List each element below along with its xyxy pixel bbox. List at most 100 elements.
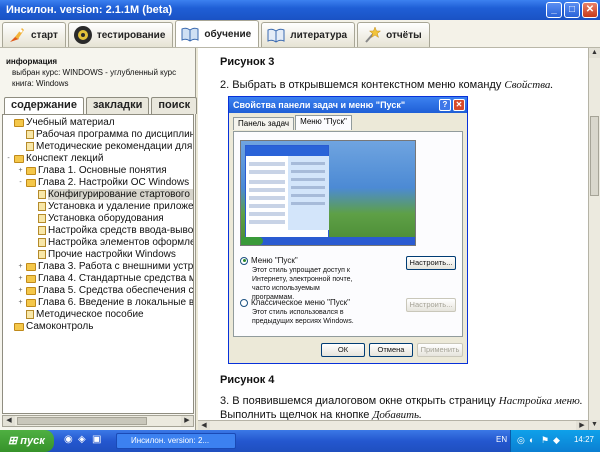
dialog-panel: Меню "Пуск" Этот стиль упрощает доступ к… — [233, 131, 463, 337]
tray-security-icon[interactable]: ⚑ — [541, 435, 549, 446]
figure3-title: Рисунок 3 — [220, 56, 275, 68]
figure4-caption-button: Добавить. — [372, 409, 422, 420]
tree-item[interactable]: - Глава 2. Настройки ОС Windows — [17, 177, 189, 188]
scroll-up-arrow[interactable]: ▲ — [589, 48, 600, 58]
tree-item[interactable]: Конфигурирование стартового мен — [29, 189, 193, 200]
document-icon — [26, 142, 34, 151]
tree-item[interactable]: - Конспект лекций — [5, 153, 103, 164]
tree-item[interactable]: + Глава 1. Основные понятия — [17, 165, 167, 176]
tree-item[interactable]: Самоконтроль — [5, 321, 93, 332]
tree-item[interactable]: Настройка элементов оформления — [29, 237, 193, 248]
window-controls: _ □ ✕ — [546, 2, 598, 18]
document-icon — [38, 214, 46, 223]
scroll-thumb[interactable] — [17, 417, 147, 425]
dialog-tab-taskbar[interactable]: Панель задач — [233, 117, 295, 130]
tree-item[interactable]: Установка оборудования — [29, 213, 164, 224]
tab-contents[interactable]: содержание — [4, 97, 84, 114]
tab-bookmarks[interactable]: закладки — [85, 97, 150, 114]
folder-icon — [26, 166, 36, 175]
dialog-close-button[interactable]: ✕ — [453, 99, 465, 111]
tray-network-icon[interactable]: ◎ — [517, 435, 525, 446]
tree-item-label: Настройка средств ввода-вывода д — [48, 225, 194, 236]
ok-button[interactable]: ОК — [321, 343, 365, 357]
tree-expander-icon[interactable]: + — [17, 261, 24, 272]
scroll-left-arrow[interactable]: ◀ — [3, 416, 15, 426]
scroll-right-arrow[interactable]: ▶ — [181, 416, 193, 426]
language-indicator[interactable]: EN — [496, 435, 507, 444]
info-heading: информация — [6, 57, 58, 66]
tray-update-icon[interactable]: ◆ — [553, 435, 560, 446]
radio-classic-menu-circle[interactable] — [240, 298, 248, 307]
content-scroll-thumb[interactable] — [590, 116, 599, 196]
info-book: книга: Windows — [12, 79, 69, 88]
tree-horizontal-scrollbar[interactable]: ◀ ▶ — [2, 415, 194, 427]
tray-volume-icon[interactable]: ◐ — [529, 435, 534, 445]
classic-menu-description: Этот стиль использовался в предыдущих ве… — [252, 309, 354, 325]
quicklaunch-media-icon[interactable]: ◈ — [78, 434, 86, 445]
quicklaunch-desktop-icon[interactable]: ▣ — [92, 434, 101, 445]
tree-item[interactable]: Установка и удаление приложений — [29, 201, 193, 212]
tree-item[interactable]: + Глава 4. Стандартные средства муль — [17, 273, 193, 284]
tree-item[interactable]: Прочие настройки Windows — [29, 249, 176, 260]
customize-start-menu-button[interactable]: Настроить... — [406, 256, 456, 270]
dialog-tab-start-menu[interactable]: Меню "Пуск" — [295, 115, 352, 130]
content-vertical-scrollbar[interactable]: ▲ ▼ — [588, 48, 600, 430]
tree-item[interactable]: + Глава 5. Средства обеспечения совме — [17, 285, 193, 296]
taskbar-item-insilon[interactable]: Инсилон. version: 2... — [116, 433, 236, 449]
tree-item[interactable]: Настройка средств ввода-вывода д — [29, 225, 194, 236]
tab-start[interactable]: старт — [2, 22, 66, 47]
customize-classic-menu-button[interactable]: Настроить... — [406, 298, 456, 312]
close-button[interactable]: ✕ — [582, 2, 598, 18]
content-scroll-right-arrow[interactable]: ▶ — [576, 421, 588, 430]
star-icon — [365, 26, 382, 43]
tab-search[interactable]: поиск — [151, 97, 198, 114]
tree-item-label: Глава 2. Настройки ОС Windows — [38, 177, 190, 188]
radio-start-menu-circle[interactable] — [240, 256, 248, 265]
folder-icon — [26, 298, 36, 307]
content-scroll-left-arrow[interactable]: ◀ — [198, 421, 210, 430]
tree-item-label: Настройка элементов оформления — [48, 237, 193, 248]
start-button[interactable]: ⊞ пуск — [0, 430, 54, 452]
tab-reports[interactable]: отчёты — [357, 22, 430, 47]
maximize-button[interactable]: □ — [564, 2, 580, 18]
tree-item[interactable]: Методическое пособие — [17, 309, 144, 320]
figure3-caption: 2. Выбрать в открывшемся контекстном мен… — [220, 78, 580, 92]
tree-item[interactable]: + Глава 6. Введение в локальные вычис — [17, 297, 194, 308]
tab-reports-label: отчёты — [386, 29, 422, 41]
window-title: Инсилон. version: 2.1.1M (beta) — [6, 4, 173, 16]
tree-expander-icon[interactable]: - — [17, 177, 24, 188]
book-icon — [181, 27, 199, 42]
tree-item[interactable]: Учебный материал — [5, 117, 115, 128]
cancel-button[interactable]: Отмена — [369, 343, 413, 357]
tab-literature[interactable]: литература — [261, 22, 356, 47]
tree-expander-icon[interactable]: + — [17, 297, 24, 308]
minimize-button[interactable]: _ — [546, 2, 562, 18]
tree-expander-icon[interactable]: + — [17, 285, 24, 296]
tree-item-label: Глава 1. Основные понятия — [38, 165, 167, 176]
tree-item[interactable]: Методические рекомендации для учащег — [17, 141, 193, 152]
tree-item[interactable]: Рабочая программа по дисциплине — [17, 129, 194, 140]
tab-start-label: старт — [31, 29, 58, 41]
tree-item[interactable]: + Глава 3. Работа с внешними устройст — [17, 261, 193, 272]
radio-classic-menu[interactable]: Классическое меню "Пуск" — [240, 298, 350, 307]
tree-expander-icon[interactable]: - — [5, 153, 12, 164]
tree-expander-icon[interactable]: + — [17, 165, 24, 176]
scroll-down-arrow[interactable]: ▼ — [589, 420, 600, 430]
windows-taskbar: ⊞ пуск ◉ ◈ ▣ Инсилон. version: 2... EN ◎… — [0, 430, 600, 452]
folder-icon — [26, 274, 36, 283]
dialog-help-button[interactable]: ? — [439, 99, 451, 111]
tab-testing[interactable]: тестирование — [67, 22, 174, 47]
radio-start-menu[interactable]: Меню "Пуск" — [240, 256, 298, 265]
content-horizontal-scrollbar[interactable]: ◀ ▶ — [198, 420, 588, 430]
tree-item-label: Глава 6. Введение в локальные вычис — [38, 297, 194, 308]
start-menu-description: Этот стиль упрощает доступ к Интернету, … — [252, 267, 353, 301]
tree-item-label: Рабочая программа по дисциплине — [36, 129, 194, 140]
document-icon — [26, 130, 34, 139]
quicklaunch-ie-icon[interactable]: ◉ — [64, 434, 73, 445]
tree-item-label: Установка оборудования — [48, 213, 164, 224]
tree-expander-icon[interactable]: + — [17, 273, 24, 284]
apply-button[interactable]: Применить — [417, 343, 463, 357]
tab-learning[interactable]: обучение — [175, 20, 260, 47]
figure3-caption-text: 2. Выбрать в открывшемся контекстном мен… — [220, 79, 505, 91]
dialog-titlebar: Свойства панели задач и меню "Пуск" ? ✕ — [229, 97, 467, 113]
